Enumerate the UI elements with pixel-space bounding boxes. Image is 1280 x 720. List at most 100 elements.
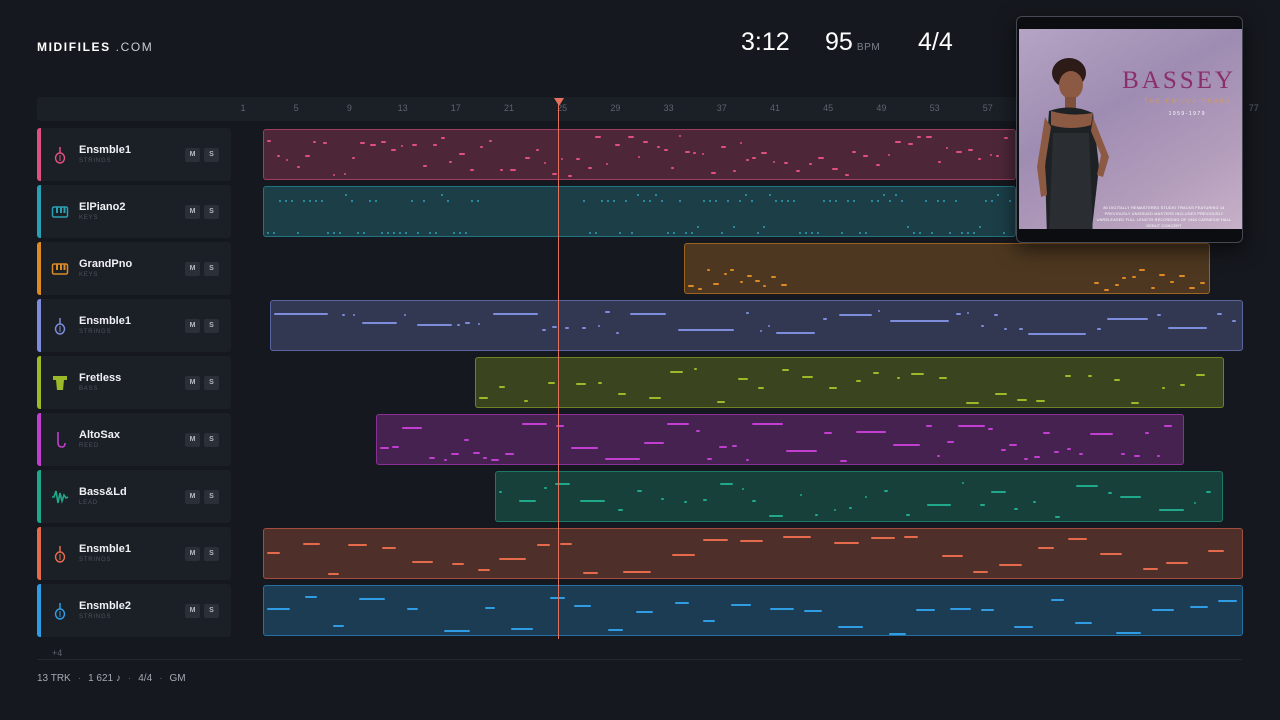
midi-note	[328, 573, 340, 576]
mute-button[interactable]: M	[185, 433, 200, 447]
midi-note	[453, 232, 455, 234]
midi-note	[381, 141, 386, 144]
midi-note	[552, 325, 557, 328]
playhead[interactable]	[558, 104, 559, 639]
mute-button[interactable]: M	[185, 490, 200, 504]
track-header[interactable]: AltoSax REED M S	[37, 413, 231, 466]
time-value: 3:12	[741, 28, 790, 56]
midi-clip[interactable]	[263, 528, 1243, 579]
time-signature-value: 4/4	[918, 28, 953, 56]
track-name: ElPiano2	[79, 201, 126, 213]
track-header[interactable]: Bass&Ld LEAD M S	[37, 470, 231, 523]
midi-clip[interactable]	[376, 414, 1184, 465]
mute-button[interactable]: M	[185, 148, 200, 162]
track-color-stripe	[37, 299, 41, 352]
midi-note	[479, 397, 488, 400]
solo-button[interactable]: S	[204, 433, 219, 447]
midi-clip[interactable]	[475, 357, 1224, 408]
ruler-bar-number: 57	[982, 103, 993, 113]
midi-note	[333, 624, 344, 627]
midi-note	[997, 194, 999, 196]
solo-button[interactable]: S	[204, 604, 219, 618]
track-header[interactable]: ElPiano2 KEYS M S	[37, 185, 231, 238]
solo-button[interactable]: S	[204, 376, 219, 390]
midi-clip[interactable]	[263, 129, 1016, 180]
midi-note	[1113, 378, 1121, 381]
midi-note	[285, 158, 289, 161]
ruler-bar-number: 33	[663, 103, 674, 113]
ruler-bar-number: 77	[1248, 103, 1259, 113]
bass-amp-icon	[51, 374, 69, 392]
solo-button[interactable]: S	[204, 319, 219, 333]
track-header[interactable]: Ensmble1 STRINGS M S	[37, 299, 231, 352]
mute-button[interactable]: M	[185, 604, 200, 618]
midi-note	[721, 145, 727, 148]
ruler-bar-number: 13	[397, 103, 408, 113]
midi-note	[464, 322, 470, 325]
midi-note	[1009, 200, 1011, 202]
midi-note	[745, 159, 749, 161]
midi-note	[537, 543, 551, 546]
midi-note	[1151, 287, 1155, 290]
solo-button[interactable]: S	[204, 490, 219, 504]
mute-button[interactable]: M	[185, 262, 200, 276]
midi-clip[interactable]	[270, 300, 1243, 351]
mute-button[interactable]: M	[185, 547, 200, 561]
midi-note	[493, 312, 538, 315]
mute-button[interactable]: M	[185, 376, 200, 390]
midi-note	[1200, 282, 1206, 285]
midi-note	[991, 200, 993, 202]
track-header[interactable]: Ensmble1 STRINGS M S	[37, 128, 231, 181]
ruler-bar-number: 1	[240, 103, 246, 113]
midi-note	[631, 232, 633, 234]
midi-note	[817, 232, 819, 234]
solo-button[interactable]: S	[204, 205, 219, 219]
midi-note	[801, 375, 813, 378]
track-header[interactable]: Ensmble2 STRINGS M S	[37, 584, 231, 637]
midi-note	[661, 497, 665, 500]
midi-note	[829, 200, 831, 202]
midi-note	[303, 200, 305, 202]
midi-note	[576, 383, 586, 386]
midi-note	[942, 554, 963, 557]
midi-note	[1035, 399, 1046, 402]
mute-button[interactable]: M	[185, 319, 200, 333]
track-header[interactable]: GrandPno KEYS M S	[37, 242, 231, 295]
midi-clip[interactable]	[263, 186, 1016, 237]
track-color-stripe	[37, 470, 41, 523]
mute-button[interactable]: M	[185, 205, 200, 219]
midi-standard: GM	[169, 673, 186, 684]
track-header[interactable]: Fretless BASS M S	[37, 356, 231, 409]
midi-note	[559, 543, 573, 546]
midi-note	[691, 232, 693, 234]
midi-note	[883, 194, 885, 196]
midi-note	[1090, 432, 1114, 435]
midi-note	[751, 156, 756, 159]
midi-note	[459, 152, 466, 155]
track-category: KEYS	[79, 272, 99, 278]
midi-note	[859, 232, 861, 234]
singer-photo	[1037, 58, 1109, 229]
midi-note	[752, 422, 783, 425]
violin-icon	[51, 146, 69, 164]
solo-button[interactable]: S	[204, 148, 219, 162]
midi-note	[322, 142, 328, 145]
midi-note	[1152, 608, 1174, 611]
midi-clip[interactable]	[263, 585, 1243, 636]
midi-note	[1122, 276, 1127, 279]
midi-note	[587, 166, 592, 169]
brand-logo[interactable]: MIDIFILES .COM	[37, 40, 153, 54]
midi-note	[429, 232, 431, 234]
track-header[interactable]: Ensmble1 STRINGS M S	[37, 527, 231, 580]
midi-note	[380, 447, 389, 450]
midi-note	[416, 324, 452, 327]
midi-note	[629, 313, 667, 316]
midi-clip[interactable]	[495, 471, 1223, 522]
solo-button[interactable]: S	[204, 547, 219, 561]
midi-note	[423, 200, 425, 202]
midi-note	[1179, 384, 1186, 387]
more-tracks-indicator[interactable]: +4	[52, 648, 62, 658]
solo-button[interactable]: S	[204, 262, 219, 276]
playhead-marker[interactable]	[554, 98, 564, 106]
midi-note	[839, 460, 848, 463]
